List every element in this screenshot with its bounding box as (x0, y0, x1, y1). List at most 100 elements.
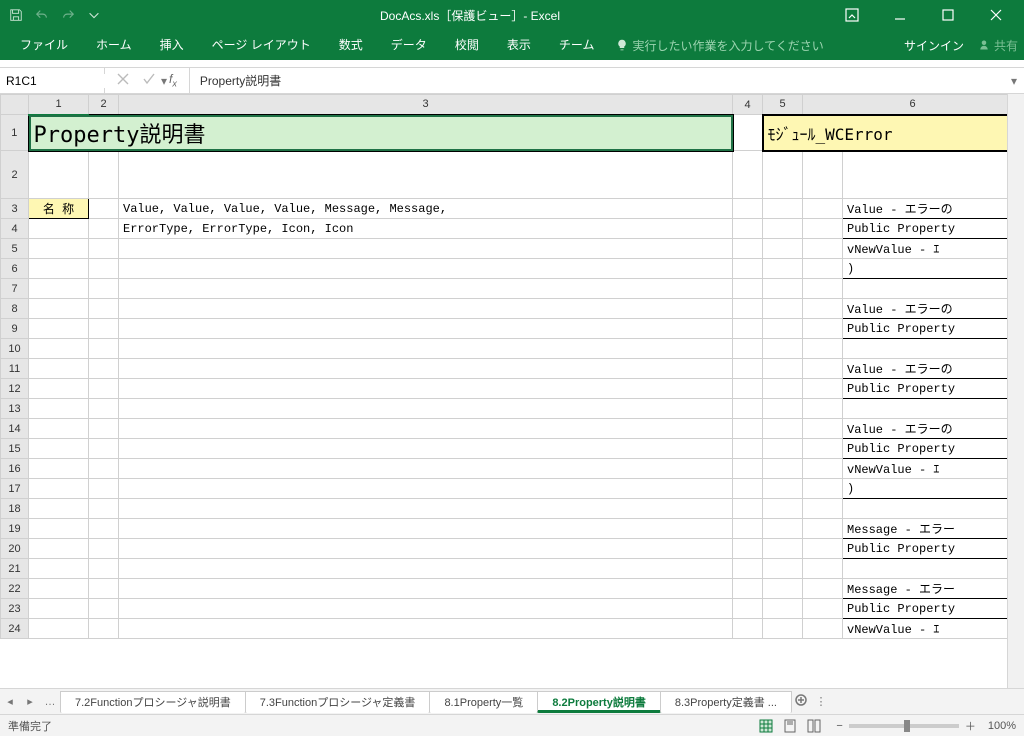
row[interactable]: 13 (1, 399, 1008, 419)
row-header[interactable]: 12 (1, 379, 29, 399)
qat-customize-icon[interactable] (86, 7, 102, 23)
row[interactable]: 5 vNewValue - ｴ (1, 239, 1008, 259)
tab-formulas[interactable]: 数式 (325, 30, 377, 60)
cell[interactable]: Message - エラー (843, 579, 1008, 599)
formula-input[interactable]: Property説明書 (190, 72, 1004, 89)
row[interactable]: 4 ErrorType, ErrorType, Icon, Icon Publi… (1, 219, 1008, 239)
sheet-tab[interactable]: 8.3Property定義書 ... (660, 691, 792, 713)
row[interactable]: 21 (1, 559, 1008, 579)
row[interactable]: 1 Property説明書 ﾓｼﾞｭｰﾙ_WCError (1, 115, 1008, 151)
column-header[interactable]: 6 (803, 95, 1008, 115)
cell-module-title[interactable]: ﾓｼﾞｭｰﾙ_WCError (763, 115, 1008, 151)
undo-icon[interactable] (34, 7, 50, 23)
row-header[interactable]: 15 (1, 439, 29, 459)
tab-file[interactable]: ファイル (6, 30, 82, 60)
ribbon-display-options-icon[interactable] (838, 6, 866, 24)
horizontal-scrollbar[interactable] (831, 696, 1024, 708)
row-header[interactable]: 17 (1, 479, 29, 499)
view-page-break-icon[interactable] (803, 717, 825, 735)
row-header[interactable]: 19 (1, 519, 29, 539)
cell[interactable]: vNewValue - ｴ (843, 619, 1008, 639)
tab-list-icon[interactable]: … (40, 696, 60, 708)
signin-link[interactable]: サインイン (904, 37, 964, 54)
column-header[interactable]: 4 (733, 95, 763, 115)
row[interactable]: 18 (1, 499, 1008, 519)
row[interactable]: 20 Public Property (1, 539, 1008, 559)
row[interactable]: 22 Message - エラー (1, 579, 1008, 599)
column-header[interactable]: 2 (89, 95, 119, 115)
row-header[interactable]: 16 (1, 459, 29, 479)
row-header[interactable]: 11 (1, 359, 29, 379)
row-header[interactable]: 21 (1, 559, 29, 579)
column-header-row[interactable]: 1 2 3 4 5 6 (1, 95, 1008, 115)
row[interactable]: 19 Message - エラー (1, 519, 1008, 539)
row-header[interactable]: 7 (1, 279, 29, 299)
row[interactable]: 15 Public Property (1, 439, 1008, 459)
sheet-tab[interactable]: 7.3Functionプロシージャ定義書 (245, 691, 431, 713)
row-header[interactable]: 20 (1, 539, 29, 559)
cell[interactable]: Value - エラーの (843, 419, 1008, 439)
tab-team[interactable]: チーム (545, 30, 609, 60)
row[interactable]: 11 Value - エラーの (1, 359, 1008, 379)
cell[interactable]: Public Property (843, 379, 1008, 399)
tab-scroll-left-icon[interactable]: ◂ (0, 695, 20, 708)
tab-data[interactable]: データ (377, 30, 441, 60)
row[interactable]: 24 vNewValue - ｴ (1, 619, 1008, 639)
row[interactable]: 3 名 称 Value, Value, Value, Value, Messag… (1, 199, 1008, 219)
row-header[interactable]: 4 (1, 219, 29, 239)
cell[interactable]: Public Property (843, 539, 1008, 559)
cell[interactable]: Value - エラーの (843, 299, 1008, 319)
redo-icon[interactable] (60, 7, 76, 23)
tab-insert[interactable]: 挿入 (146, 30, 198, 60)
enter-icon[interactable] (143, 73, 155, 88)
tab-view[interactable]: 表示 (493, 30, 545, 60)
sheet-tab-active[interactable]: 8.2Property説明書 (537, 691, 661, 713)
tab-split-icon[interactable]: ⋮ (811, 695, 831, 708)
column-header[interactable]: 1 (29, 95, 89, 115)
row[interactable]: 14Value - エラーの (1, 419, 1008, 439)
row[interactable]: 16 vNewValue - ｴ (1, 459, 1008, 479)
row-header[interactable]: 22 (1, 579, 29, 599)
row-header[interactable]: 23 (1, 599, 29, 619)
cell-title[interactable]: Property説明書 (29, 115, 733, 151)
vertical-scrollbar[interactable] (1007, 94, 1024, 688)
zoom-level[interactable]: 100% (988, 720, 1016, 732)
tab-home[interactable]: ホーム (82, 30, 146, 60)
tab-review[interactable]: 校閲 (441, 30, 493, 60)
row-header[interactable]: 18 (1, 499, 29, 519)
maximize-icon[interactable] (934, 6, 962, 24)
row[interactable]: 9Public Property (1, 319, 1008, 339)
cell[interactable]: Message - エラー (843, 519, 1008, 539)
new-sheet-icon[interactable] (791, 694, 811, 709)
row[interactable]: 6) (1, 259, 1008, 279)
column-header[interactable]: 3 (119, 95, 733, 115)
row-header[interactable]: 24 (1, 619, 29, 639)
row-header[interactable]: 10 (1, 339, 29, 359)
cell[interactable]: Public Property (843, 439, 1008, 459)
cell-label-name[interactable]: 名 称 (29, 199, 89, 219)
worksheet-grid[interactable]: 1 2 3 4 5 6 1 Property説明書 ﾓｼﾞｭｰﾙ_WCError… (0, 94, 1007, 639)
sheet-tab[interactable]: 7.2Functionプロシージャ説明書 (60, 691, 246, 713)
cell[interactable]: Value - エラーの (843, 359, 1008, 379)
sheet-tab[interactable]: 8.1Property一覧 (429, 691, 538, 713)
view-page-layout-icon[interactable] (779, 717, 801, 735)
cell[interactable]: vNewValue - ｴ (843, 239, 1008, 259)
cell[interactable]: Public Property (843, 319, 1008, 339)
cell[interactable]: ErrorType, ErrorType, Icon, Icon (119, 219, 733, 239)
share-button[interactable]: 共有 (978, 37, 1018, 54)
row[interactable]: 23Public Property (1, 599, 1008, 619)
cancel-icon[interactable] (117, 73, 129, 88)
row-header[interactable]: 3 (1, 199, 29, 219)
cell[interactable]: vNewValue - ｴ (843, 459, 1008, 479)
row[interactable]: 12 Public Property (1, 379, 1008, 399)
row[interactable]: 7 (1, 279, 1008, 299)
zoom-slider[interactable] (849, 724, 959, 728)
fx-icon[interactable]: fx (169, 72, 177, 88)
zoom-out-button[interactable]: − (836, 720, 842, 732)
row-header[interactable]: 13 (1, 399, 29, 419)
row-header[interactable]: 2 (1, 151, 29, 199)
view-normal-icon[interactable] (755, 717, 777, 735)
cell[interactable]: ) (843, 259, 1008, 279)
close-icon[interactable] (982, 6, 1010, 24)
formula-bar-expand-icon[interactable]: ▾ (1004, 74, 1024, 88)
